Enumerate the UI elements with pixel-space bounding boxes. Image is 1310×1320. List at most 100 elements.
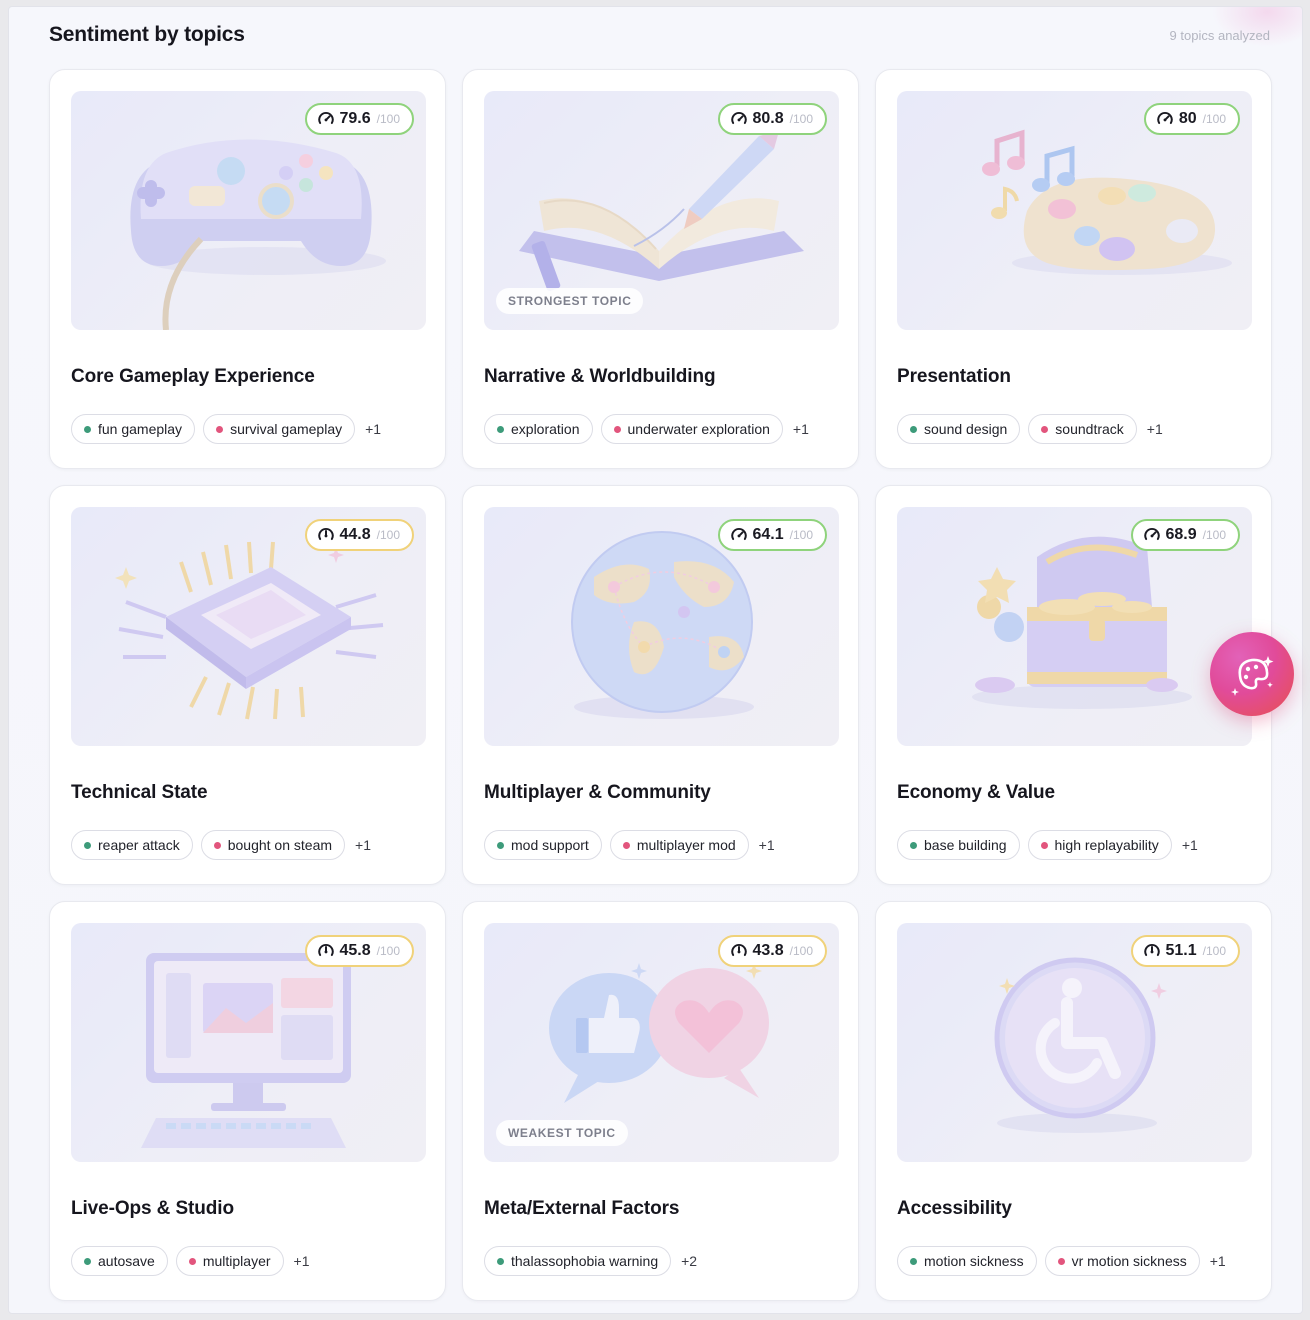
topic-title: Presentation [897, 366, 1011, 387]
score-value: 68.9 [1165, 526, 1197, 543]
negative-dot [216, 425, 224, 433]
keyword-chip[interactable]: mod support [484, 830, 602, 860]
keyword-chip[interactable]: motion sickness [897, 1246, 1037, 1276]
more-keywords-count[interactable]: +1 [1210, 1253, 1226, 1269]
keyword-label: motion sickness [924, 1253, 1024, 1269]
keyword-chip[interactable]: sound design [897, 414, 1021, 444]
topic-title: Live-Ops & Studio [71, 1198, 234, 1219]
positive-dot [497, 841, 504, 849]
negative-dot [613, 425, 621, 433]
score-max: /100 [789, 528, 813, 542]
more-keywords-count[interactable]: +1 [793, 421, 809, 437]
topic-card-core-gameplay[interactable]: 79.6 /100 Core Gameplay Experience fun g… [49, 69, 446, 469]
keyword-label: thalassophobia warning [511, 1253, 659, 1269]
keyword-label: exploration [511, 421, 580, 437]
score-badge: 80.8 /100 [717, 103, 827, 135]
score-max: /100 [376, 528, 400, 542]
ai-assistant-button[interactable] [1210, 632, 1294, 716]
score-max: /100 [1202, 112, 1226, 126]
topic-card-live-ops[interactable]: 45.8 /100 Live-Ops & Studio autosave mul… [49, 901, 446, 1301]
more-keywords-count[interactable]: +2 [681, 1253, 697, 1269]
score-max: /100 [1202, 528, 1226, 542]
score-value: 51.1 [1165, 942, 1197, 959]
keyword-chips: exploration underwater exploration +1 [484, 414, 809, 444]
keyword-chip[interactable]: reaper attack [71, 830, 193, 860]
weakest-topic-badge: WEAKEST TOPIC [496, 1120, 628, 1146]
sparkle-palette-icon [1231, 656, 1274, 696]
score-badge: 80 /100 [1143, 103, 1240, 135]
keyword-label: base building [924, 837, 1007, 853]
keyword-label: mod support [511, 837, 589, 853]
keyword-chips: autosave multiplayer +1 [71, 1246, 310, 1276]
more-keywords-count[interactable]: +1 [355, 837, 371, 853]
keyword-chip[interactable]: underwater exploration [600, 414, 783, 444]
topic-card-narrative[interactable]: 80.8 /100 STRONGEST TOPIC Narrative & Wo… [462, 69, 859, 469]
positive-dot [910, 841, 917, 849]
keyword-chip[interactable]: high replayability [1027, 830, 1172, 860]
score-value: 43.8 [752, 942, 784, 959]
score-value: 79.6 [339, 110, 371, 127]
score-value: 64.1 [752, 526, 784, 543]
gauge-icon [730, 527, 747, 541]
positive-dot [910, 425, 917, 433]
topic-card-meta-external[interactable]: 43.8 /100 WEAKEST TOPIC Meta/External Fa… [462, 901, 859, 1301]
positive-dot [84, 1257, 91, 1265]
topic-card-technical-state[interactable]: 44.8 /100 Technical State reaper attack … [49, 485, 446, 885]
topic-illustration: 51.1 /100 [897, 923, 1252, 1162]
keyword-label: multiplayer [202, 1253, 271, 1269]
score-max: /100 [789, 944, 813, 958]
more-keywords-count[interactable]: +1 [294, 1253, 310, 1269]
gauge-icon [1143, 943, 1160, 957]
gauge-icon [730, 943, 747, 957]
negative-dot [1040, 841, 1048, 849]
keyword-chip[interactable]: vr motion sickness [1044, 1246, 1200, 1276]
score-max: /100 [376, 944, 400, 958]
topic-illustration: 80 /100 [897, 91, 1252, 330]
topic-illustration: 44.8 /100 [71, 507, 426, 746]
topic-illustration: 80.8 /100 STRONGEST TOPIC [484, 91, 839, 330]
negative-dot [188, 1257, 196, 1265]
score-value: 80.8 [752, 110, 784, 127]
more-keywords-count[interactable]: +1 [1182, 837, 1198, 853]
keyword-chip[interactable]: autosave [71, 1246, 168, 1276]
positive-dot [910, 1257, 917, 1265]
keyword-chips: thalassophobia warning +2 [484, 1246, 697, 1276]
score-max: /100 [1202, 944, 1226, 958]
keyword-chip[interactable]: thalassophobia warning [484, 1246, 672, 1276]
keyword-chip[interactable]: fun gameplay [71, 414, 196, 444]
negative-dot [622, 841, 630, 849]
keyword-chips: mod support multiplayer mod +1 [484, 830, 775, 860]
more-keywords-count[interactable]: +1 [1147, 421, 1163, 437]
keyword-chip[interactable]: multiplayer [175, 1246, 284, 1276]
positive-dot [497, 425, 504, 433]
keyword-label: reaper attack [98, 837, 180, 853]
topic-card-accessibility[interactable]: 51.1 /100 Accessibility motion sickness … [875, 901, 1272, 1301]
keyword-label: autosave [98, 1253, 155, 1269]
keyword-label: bought on steam [227, 837, 333, 853]
score-badge: 45.8 /100 [304, 935, 414, 967]
topic-illustration: 68.9 /100 [897, 507, 1252, 746]
score-badge: 43.8 /100 [717, 935, 827, 967]
keyword-chip[interactable]: bought on steam [200, 830, 346, 860]
gauge-icon [317, 111, 334, 125]
keyword-label: vr motion sickness [1071, 1253, 1187, 1269]
topic-card-presentation[interactable]: 80 /100 Presentation sound design soundt… [875, 69, 1272, 469]
keyword-label: fun gameplay [98, 421, 183, 437]
score-badge: 68.9 /100 [1130, 519, 1240, 551]
topic-card-multiplayer[interactable]: 64.1 /100 Multiplayer & Community mod su… [462, 485, 859, 885]
keyword-chip[interactable]: exploration [484, 414, 593, 444]
negative-dot [1057, 1257, 1065, 1265]
keyword-label: underwater exploration [627, 421, 770, 437]
score-max: /100 [789, 112, 813, 126]
keyword-chip[interactable]: survival gameplay [203, 414, 356, 444]
more-keywords-count[interactable]: +1 [759, 837, 775, 853]
keyword-chip[interactable]: multiplayer mod [609, 830, 749, 860]
more-keywords-count[interactable]: +1 [365, 421, 381, 437]
keyword-label: survival gameplay [230, 421, 343, 437]
strongest-topic-badge: STRONGEST TOPIC [496, 288, 644, 314]
keyword-chip[interactable]: base building [897, 830, 1020, 860]
positive-dot [84, 841, 91, 849]
keyword-chip[interactable]: soundtrack [1028, 414, 1137, 444]
positive-dot [84, 425, 91, 433]
keyword-chips: fun gameplay survival gameplay +1 [71, 414, 381, 444]
